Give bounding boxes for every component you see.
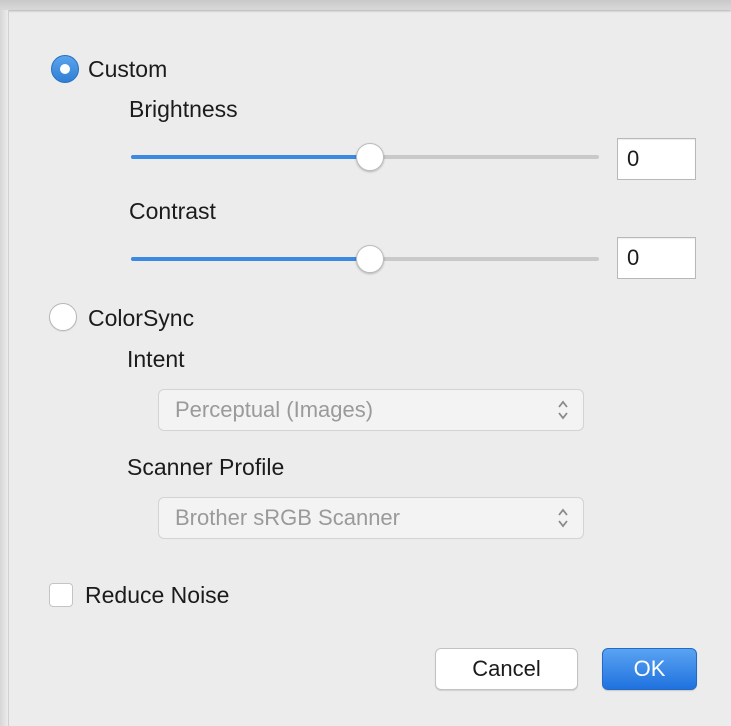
brightness-value-field[interactable]: 0 [617, 138, 696, 180]
custom-radio[interactable] [51, 55, 79, 83]
slider-thumb[interactable] [355, 245, 384, 273]
window-left-edge [0, 10, 9, 726]
contrast-label: Contrast [129, 198, 216, 224]
chevron-up-down-icon [555, 498, 571, 538]
brightness-label: Brightness [129, 96, 238, 122]
colorsync-label[interactable]: ColorSync [88, 304, 194, 332]
radio-selected-dot [60, 64, 70, 74]
brightness-slider[interactable] [131, 143, 599, 171]
scanner-profile-popup[interactable]: Brother sRGB Scanner [158, 497, 584, 539]
slider-fill [131, 257, 370, 261]
slider-thumb[interactable] [355, 143, 384, 171]
chevron-up-down-icon [555, 390, 571, 430]
slider-fill [131, 155, 370, 159]
ok-button[interactable]: OK [602, 648, 697, 690]
intent-selected-value: Perceptual (Images) [175, 397, 374, 422]
scanner-profile-selected-value: Brother sRGB Scanner [175, 505, 400, 530]
custom-label[interactable]: Custom [88, 55, 167, 83]
reduce-noise-label[interactable]: Reduce Noise [85, 581, 229, 609]
reduce-noise-checkbox[interactable] [49, 583, 73, 607]
intent-popup[interactable]: Perceptual (Images) [158, 389, 584, 431]
window-top-edge [0, 0, 731, 10]
colorsync-radio[interactable] [49, 303, 77, 331]
contrast-slider[interactable] [131, 245, 599, 273]
intent-label: Intent [127, 346, 185, 372]
contrast-value-field[interactable]: 0 [617, 237, 696, 279]
cancel-button[interactable]: Cancel [435, 648, 578, 690]
scanner-profile-label: Scanner Profile [127, 454, 285, 480]
